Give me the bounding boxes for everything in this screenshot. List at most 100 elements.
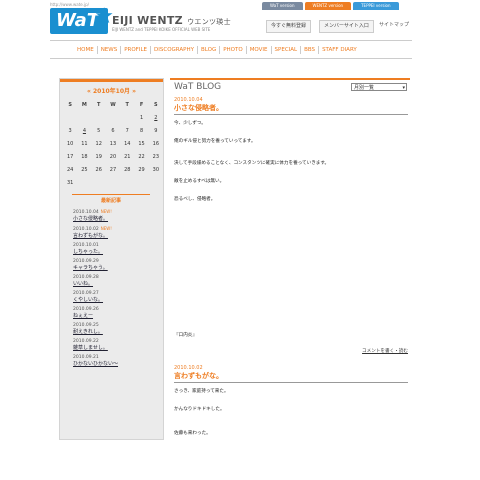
nav-home[interactable]: HOME (74, 46, 98, 54)
calendar-day (106, 111, 120, 124)
member-site-button[interactable]: メンバーサイト入口 (319, 20, 374, 33)
calendar-day: 1 (139, 114, 144, 121)
comment-link[interactable]: コメントを書く・読む (362, 348, 408, 354)
list-item: 2010.09.25 耐えきれし。 (73, 323, 163, 336)
list-item: 2010.09.28 いいね。 (73, 275, 163, 288)
header-divider (50, 40, 412, 41)
url-text: http://www.wate.jp/ (50, 2, 89, 7)
new-badge: NEW! (100, 209, 112, 214)
recent-post-link[interactable]: 言わずもがな。 (73, 233, 163, 240)
post-title: 小さな侵略者。 (174, 103, 408, 115)
calendar-day: 11 (81, 140, 88, 147)
version-tabs: WaT version WENTZ version TEPPEI version (262, 2, 399, 10)
recent-post-link[interactable]: ねぇえー (73, 313, 163, 320)
calendar-day: 20 (109, 153, 117, 160)
calendar-day: 6 (111, 127, 115, 134)
nav-movie[interactable]: MOVIE (247, 46, 272, 54)
calendar-day: 29 (138, 166, 145, 173)
calendar-day: 30 (152, 166, 160, 173)
nav-divider (50, 58, 412, 59)
post-line: さっき、家庭持って来た。 (174, 389, 229, 394)
nav-discography[interactable]: DISCOGRAPHY (151, 46, 198, 54)
blog-title: WaT BLOG (174, 82, 222, 92)
nav-special[interactable]: SPECIAL (272, 46, 302, 54)
nav-staff-diary[interactable]: STAFF DIARY (319, 46, 360, 54)
recent-post-link[interactable]: 小さな侵略者。 (73, 216, 163, 223)
calendar-day: 27 (109, 166, 117, 173)
calendar-day: 18 (81, 153, 88, 160)
list-item: 2010.10.01 しちゃった。 (73, 243, 163, 256)
calendar-title[interactable]: « 2010年10月 » (60, 86, 163, 95)
blog-header: WaT BLOG 月別一覧 (170, 78, 410, 94)
weekday-label: T (96, 101, 101, 108)
calendar-day: 31 (66, 179, 74, 186)
calendar-day: 7 (125, 127, 129, 134)
calendar-day (77, 111, 91, 124)
weekday-label: W (110, 101, 116, 108)
post-line: 決して手段緩めることなく、コンスタンツに確実に体力を養っていきます。 (174, 161, 330, 166)
calendar-day: 13 (109, 140, 117, 147)
calendar-day: 22 (138, 153, 145, 160)
recent-post-link[interactable]: しちゃった。 (73, 249, 163, 256)
post-line: かんなりドキドキした。 (174, 407, 225, 412)
post-title: 言わずもがな。 (174, 371, 408, 383)
list-item: 2010.10.02 NEW! 言わずもがな。 (73, 226, 163, 240)
list-item: 2010.09.29 キャラちゃう。 (73, 259, 163, 272)
archive-select[interactable]: 月別一覧 (351, 83, 407, 92)
post-line: 佐藤も来わった。 (174, 431, 211, 436)
weekday-label: F (139, 101, 144, 108)
nav-photo[interactable]: PHOTO (220, 46, 247, 54)
post-line: 敵を止めるすべは無い。 (174, 179, 225, 184)
list-item: 2010.09.21 ひかないひかない〜 (73, 355, 163, 368)
weekday-label: S (154, 101, 158, 108)
calendar-day-link[interactable]: 2 (149, 111, 163, 124)
nav-bbs[interactable]: BBS (301, 46, 320, 54)
calendar-day: 28 (124, 166, 131, 173)
sidebar: « 2010年10月 » S M T W T F S 12 345 6 7 8 9 10… (59, 78, 164, 440)
brand-name: EIJI WENTZ ウエンツ瑛士 (112, 14, 231, 27)
calendar-day: 26 (95, 166, 102, 173)
nav-news[interactable]: NEWS (98, 46, 122, 54)
calendar-day (120, 111, 134, 124)
nav-profile[interactable]: PROFILE (121, 46, 152, 54)
list-item: 2010.10.04 NEW! 小さな侵略者。 (73, 209, 163, 223)
post-line: 恐るべし、侵略者。 (174, 197, 216, 202)
calendar-day: 3 (68, 127, 72, 134)
calendar-day: 8 (139, 127, 144, 134)
recent-post-link[interactable]: くやしいな。 (73, 297, 163, 304)
post-date: 2010.10.04 (73, 210, 99, 215)
new-badge: NEW! (100, 226, 112, 231)
calendar-day: 21 (124, 153, 131, 160)
recent-posts-list: 2010.10.04 NEW! 小さな侵略者。 2010.10.02 NEW! 言わずも… (73, 209, 163, 368)
list-item: 2010.09.26 ねぇえー (73, 307, 163, 320)
recent-post-link[interactable]: キャラちゃう。 (73, 265, 163, 272)
register-button[interactable]: 今すぐ無料登録 (266, 20, 312, 33)
post-date: 2010.10.02 (73, 227, 99, 232)
calendar-day: 9 (154, 127, 158, 134)
calendar-day: 14 (124, 140, 131, 147)
recent-post-link[interactable]: ひかないひかない〜 (73, 361, 163, 368)
tab-teppei-version[interactable]: TEPPEI version (353, 2, 399, 10)
weekday-label: T (125, 101, 129, 108)
calendar-day: 5 (97, 127, 101, 134)
list-item: 2010.09.22 雑草しませし。 (73, 339, 163, 352)
recent-post-link[interactable]: 耐えきれし。 (73, 329, 163, 336)
calendar-day (92, 111, 106, 124)
tab-wentz-version[interactable]: WENTZ version (304, 2, 352, 10)
calendar-day-link[interactable]: 4 (77, 124, 91, 137)
calendar-day: 23 (152, 153, 160, 160)
recent-post-link[interactable]: 雑草しませし。 (73, 345, 163, 352)
recent-posts-title: 最新記事 (72, 194, 150, 204)
sitemap-link[interactable]: サイトマップ (379, 21, 409, 28)
nav-blog[interactable]: BLOG (198, 46, 221, 54)
post-line: 俺のギル侵と努力を養っていってます。 (174, 139, 256, 144)
calendar-day: 25 (81, 166, 88, 173)
calendar-day: 10 (66, 140, 74, 147)
main-nav: HOME NEWS PROFILE DISCOGRAPHY BLOG PHOTO… (74, 46, 360, 54)
tab-wat-version[interactable]: WaT version (262, 2, 303, 10)
recent-post-link[interactable]: いいね。 (73, 281, 163, 288)
blog-main: WaT BLOG 月別一覧 2010.10.04 小さな侵略者。 今、少しずつ。… (170, 78, 410, 480)
wat-logo[interactable]: WaT ★ (50, 4, 114, 34)
calendar-day: 16 (152, 140, 160, 147)
calendar-day: 19 (95, 153, 102, 160)
